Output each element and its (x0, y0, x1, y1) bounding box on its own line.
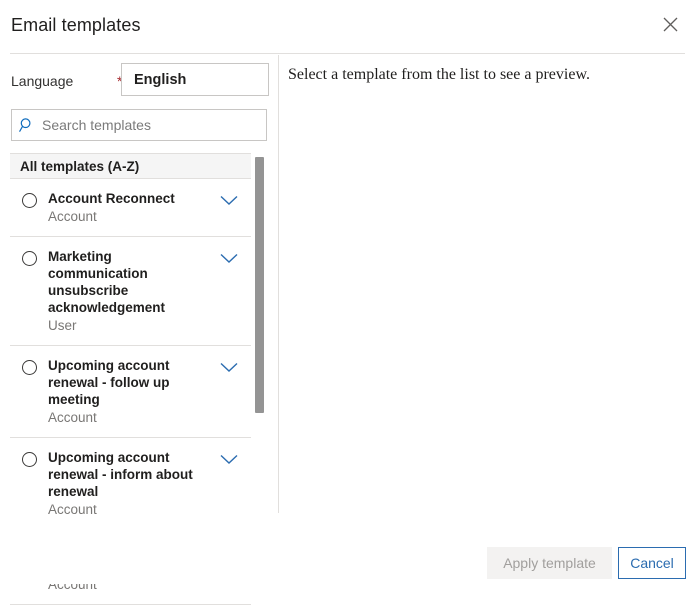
language-field-row: Language * English (11, 63, 269, 97)
template-entity: Account (48, 410, 97, 425)
cancel-button[interactable]: Cancel (618, 547, 686, 579)
search-input[interactable] (42, 117, 252, 133)
close-icon (663, 17, 678, 32)
template-radio[interactable] (10, 248, 48, 266)
template-radio[interactable] (10, 449, 48, 467)
template-radio[interactable] (10, 357, 48, 375)
radio-icon (21, 251, 37, 266)
list-item[interactable]: Marketing communication unsubscribe ackn… (10, 237, 251, 346)
template-name: Account Reconnect (48, 191, 175, 206)
preview-empty-message: Select a template from the list to see a… (288, 66, 590, 83)
template-list-scrollbar-thumb[interactable] (255, 157, 264, 413)
template-info: Upcoming account renewal - follow up mee… (48, 357, 207, 427)
dialog-footer: Apply template Cancel (0, 514, 694, 584)
search-icon (12, 117, 42, 133)
list-item[interactable]: Upcoming account renewal - follow up mee… (10, 346, 251, 438)
language-input[interactable]: English (121, 63, 269, 96)
list-group-header: All templates (A-Z) (10, 153, 251, 179)
template-radio[interactable] (10, 190, 48, 208)
radio-icon (21, 452, 37, 467)
template-list: Account Reconnect Account Marketing comm… (10, 179, 251, 605)
language-value: English (134, 71, 187, 88)
radio-icon (21, 193, 37, 208)
language-label: Language (11, 73, 74, 89)
list-group-header-label: All templates (A-Z) (20, 158, 140, 174)
apply-template-button[interactable]: Apply template (487, 547, 612, 579)
template-entity: Account (48, 209, 97, 224)
chevron-down-icon[interactable] (207, 248, 251, 264)
chevron-down-icon[interactable] (207, 190, 251, 206)
template-name: Marketing communication unsubscribe ackn… (48, 249, 166, 315)
chevron-down-icon[interactable] (207, 449, 251, 465)
search-templates-box[interactable] (11, 109, 267, 141)
close-button[interactable] (654, 8, 686, 40)
chevron-down-icon[interactable] (207, 357, 251, 373)
radio-icon (21, 360, 37, 375)
template-info: Account Reconnect Account (48, 190, 207, 226)
template-name: Upcoming account renewal - follow up mee… (48, 358, 170, 407)
template-preview-pane: Select a template from the list to see a… (279, 55, 694, 513)
template-name: Upcoming account renewal - inform about … (48, 450, 193, 499)
template-selection-pane: Language * English All templates (A-Z) A… (0, 55, 278, 605)
header-divider (10, 53, 685, 54)
page-title: Email templates (11, 15, 141, 35)
template-info: Marketing communication unsubscribe ackn… (48, 248, 207, 335)
template-info: Upcoming account renewal - inform about … (48, 449, 207, 519)
template-entity: User (48, 318, 77, 333)
list-item[interactable]: Account Reconnect Account (10, 179, 251, 237)
